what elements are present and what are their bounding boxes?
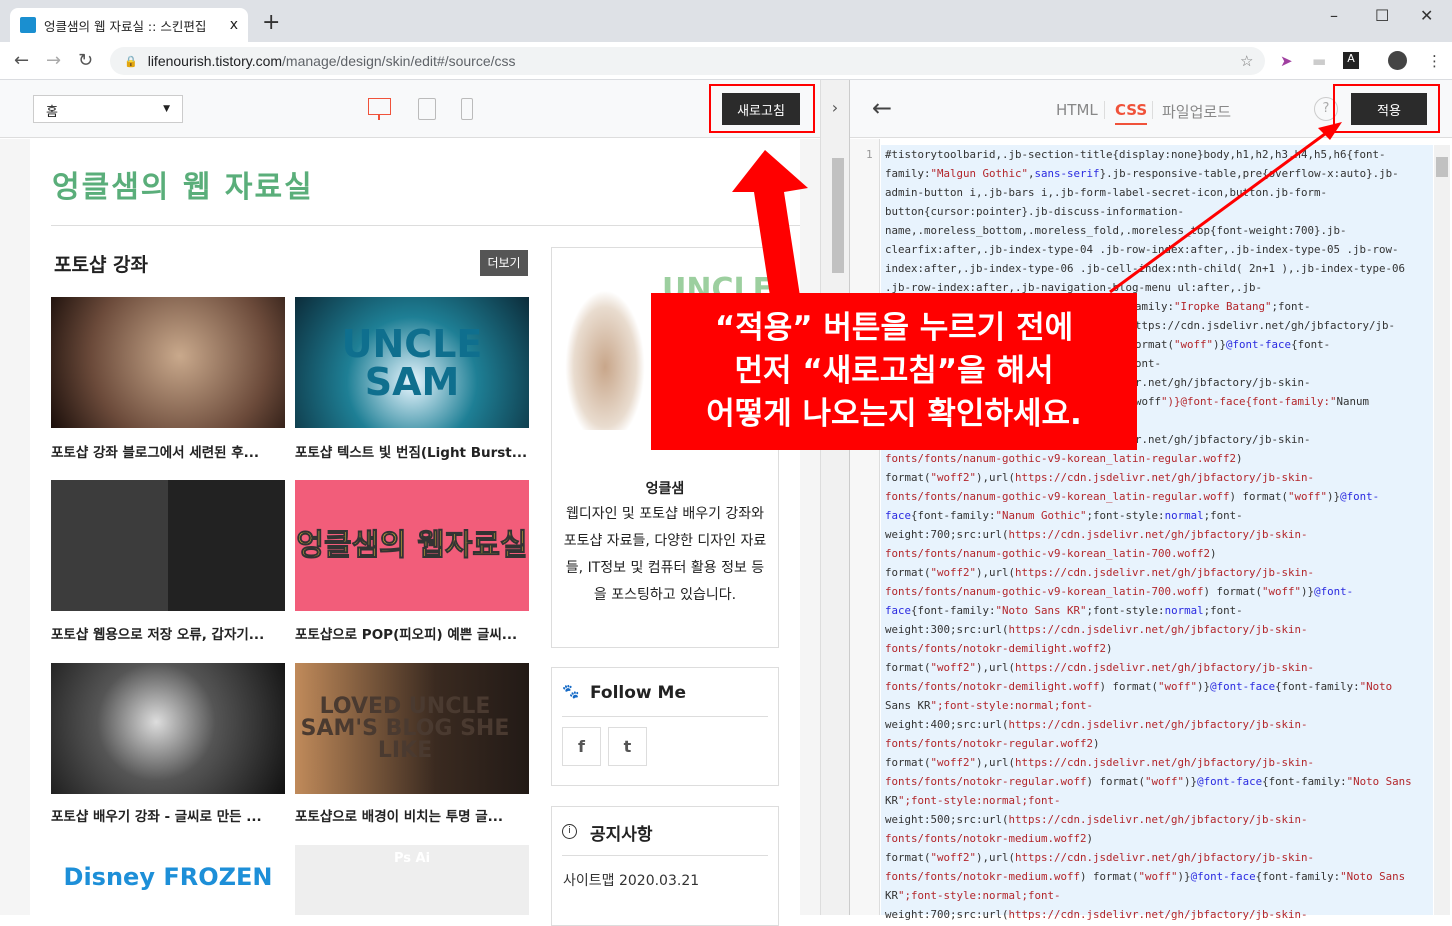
- callout-line: 어떻게 나오는지 확인하세요.: [706, 396, 1082, 432]
- arrow-to-refresh: [732, 150, 808, 296]
- arrow-to-apply-line: [1109, 126, 1334, 294]
- annotation-arrows: [732, 122, 1342, 296]
- annotation-callout: “적용” 버튼을 누르기 전에 먼저 “새로고침”을 해서 어떻게 나오는지 확…: [651, 293, 1137, 450]
- callout-line: 먼저 “새로고침”을 해서: [734, 353, 1054, 389]
- callout-line: “적용” 버튼을 누르기 전에: [714, 310, 1074, 346]
